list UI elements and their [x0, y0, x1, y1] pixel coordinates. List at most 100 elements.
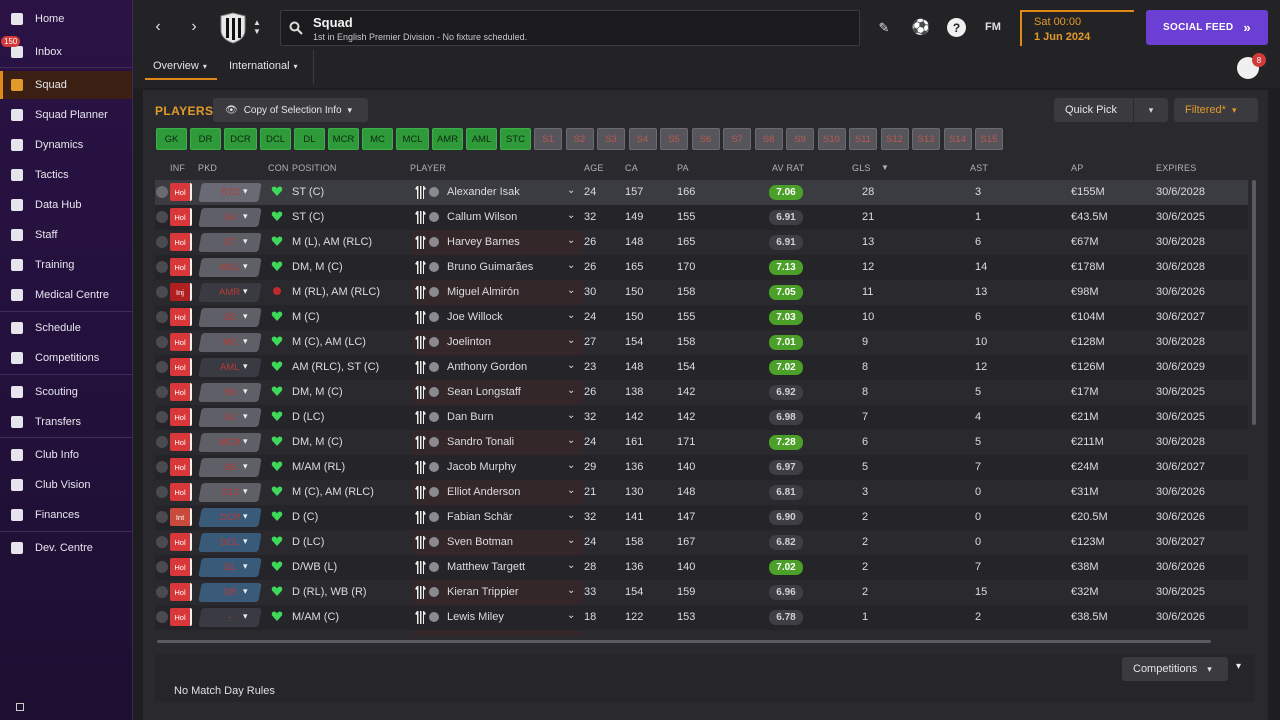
sidebar-item-finances[interactable]: Finances	[0, 501, 132, 529]
sidebar-item-squad[interactable]: Squad	[0, 71, 132, 99]
chevron-down-icon[interactable]: ⌄	[567, 360, 575, 371]
picked-position-selector[interactable]: S6	[198, 458, 262, 477]
player-name-link[interactable]: Callum Wilson	[447, 211, 517, 223]
position-button-s13[interactable]: S13	[912, 128, 940, 150]
position-button-dr[interactable]: DR	[190, 128, 221, 150]
chevron-down-icon[interactable]: ⌄	[567, 210, 575, 221]
table-row[interactable]: Int DCR ▾ D (C) Fabian Schär ⌄ 32 141 147 6.90 2 0 €…	[155, 505, 1248, 530]
sidebar-item-club-info[interactable]: Club Info	[0, 441, 132, 469]
row-select-checkbox[interactable]	[156, 186, 168, 198]
player-name-link[interactable]: Sean Longstaff	[447, 386, 521, 398]
injury-status-badge[interactable]: Hol	[170, 183, 192, 201]
table-row[interactable]: Hol MCL ▾ DM, M (C) Bruno Guimarães ⌄ 26 165 170…	[155, 255, 1248, 280]
social-feed-button[interactable]: SOCIAL FEED »	[1146, 10, 1268, 45]
injury-status-badge[interactable]: Hol	[170, 433, 192, 451]
sidebar-item-schedule[interactable]: Schedule	[0, 314, 132, 342]
chevron-down-icon[interactable]: ⌄	[567, 260, 575, 271]
chevron-down-icon[interactable]: ⌄	[567, 335, 575, 346]
back-button[interactable]: ‹	[148, 16, 168, 38]
sidebar-item-training[interactable]: Training	[0, 251, 132, 279]
row-select-checkbox[interactable]	[156, 236, 168, 248]
row-select-checkbox[interactable]	[156, 311, 168, 323]
ball-icon[interactable]: ⚽	[912, 18, 931, 36]
sidebar-item-competitions[interactable]: Competitions	[0, 344, 132, 372]
row-select-checkbox[interactable]	[156, 211, 168, 223]
player-name-link[interactable]: Matthew Targett	[447, 561, 525, 573]
injury-status-badge[interactable]: Hol	[170, 383, 192, 401]
sidebar-item-medical-centre[interactable]: Medical Centre	[0, 281, 132, 309]
table-row[interactable]: Inj AMR ▾ M (RL), AM (RLC) Miguel Almirón ⌄ 30…	[155, 280, 1248, 305]
position-button-s6[interactable]: S6	[691, 128, 720, 150]
picked-position-selector[interactable]: S8	[198, 383, 262, 402]
table-row[interactable]: Hol STC ▾ ST (C) Alexander Isak ⌄ 24 157 166 7.06…	[155, 180, 1248, 205]
chevron-down-icon[interactable]: ⌄	[567, 410, 575, 421]
position-button-s12[interactable]: S12	[880, 128, 909, 150]
position-button-gk[interactable]: GK	[156, 128, 187, 150]
vertical-scrollbar[interactable]	[1252, 180, 1256, 425]
table-row[interactable]: Hol S2 ▾ D (LC) Dan Burn ⌄ 32 142 142 6.98 7 4 €21M 3…	[155, 405, 1248, 430]
row-select-checkbox[interactable]	[156, 411, 168, 423]
horizontal-scrollbar[interactable]	[157, 640, 1211, 643]
window-icon[interactable]	[16, 703, 24, 711]
sidebar-item-dynamics[interactable]: Dynamics	[0, 131, 132, 159]
competitions-button[interactable]: Competitions ▾	[1122, 657, 1228, 681]
help-icon[interactable]: ?	[947, 18, 966, 37]
quick-pick-dropdown[interactable]: ▾	[1133, 98, 1168, 122]
chevron-down-icon[interactable]: ⌄	[567, 485, 575, 496]
position-button-dcr[interactable]: DCR	[224, 128, 257, 150]
position-button-mcl[interactable]: MCL	[396, 128, 429, 150]
position-button-s10[interactable]: S10	[817, 128, 846, 150]
continue-date-box[interactable]: Sat 00:00 1 Jun 2024	[1020, 10, 1134, 46]
picked-position-selector[interactable]: DCL	[198, 533, 262, 552]
chevron-down-icon[interactable]: ⌄	[567, 610, 575, 621]
player-name-link[interactable]: Alexander Isak	[447, 186, 520, 198]
position-button-s5[interactable]: S5	[660, 128, 688, 150]
player-name-link[interactable]: Anthony Gordon	[447, 361, 527, 373]
table-row[interactable]: Hol S4 ▾ ST (C) Callum Wilson ⌄ 32 149 155 6.91 21…	[155, 205, 1248, 230]
column-header-gls[interactable]: GLS	[852, 163, 871, 173]
chevron-down-icon[interactable]: ⌄	[567, 235, 575, 246]
player-name-link[interactable]: Miguel Almirón	[447, 286, 519, 298]
injury-status-badge[interactable]: Hol	[170, 608, 192, 626]
picked-position-selector[interactable]: S12	[198, 483, 262, 502]
injury-status-badge[interactable]: Inj	[170, 283, 192, 301]
search-box[interactable]: Squad 1st in English Premier Division - …	[280, 10, 860, 46]
selection-view-button[interactable]: 👁 Copy of Selection Info ▾	[213, 98, 368, 122]
row-select-checkbox[interactable]	[156, 386, 168, 398]
forward-button[interactable]: ›	[184, 16, 204, 38]
table-row[interactable]: Hol S8 ▾ DM, M (C) Sean Longstaff ⌄ 26 138 142 6.…	[155, 380, 1248, 405]
row-select-checkbox[interactable]	[156, 536, 168, 548]
chevron-down-icon[interactable]: ⌄	[567, 310, 575, 321]
player-name-link[interactable]: Sven Botman	[447, 536, 513, 548]
player-name-link[interactable]: Elliot Anderson	[447, 486, 520, 498]
player-name-link[interactable]: Sandro Tonali	[447, 436, 514, 448]
row-select-checkbox[interactable]	[156, 261, 168, 273]
sidebar-item-transfers[interactable]: Transfers	[0, 408, 132, 436]
column-header-player[interactable]: PLAYER	[410, 163, 446, 173]
sidebar-item-data-hub[interactable]: Data Hub	[0, 191, 132, 219]
player-name-link[interactable]: Dan Burn	[447, 411, 493, 423]
column-header-expires[interactable]: EXPIRES	[1156, 163, 1196, 173]
player-name-link[interactable]: Kieran Trippier	[447, 586, 519, 598]
column-header-position[interactable]: POSITION	[292, 163, 337, 173]
table-row[interactable]: Hol - ▾ M/AM (C) Lewis Miley ⌄ 18 122 153 6.78 1 2 €…	[155, 605, 1248, 630]
position-button-stc[interactable]: STC	[500, 128, 531, 150]
picked-position-selector[interactable]: S4	[198, 208, 262, 227]
picked-position-selector[interactable]: S2	[198, 408, 262, 427]
chevron-down-icon[interactable]: ⌄	[567, 510, 575, 521]
chevron-down-icon[interactable]: ⌄	[567, 560, 575, 571]
injury-status-badge[interactable]: Hol	[170, 308, 192, 326]
row-select-checkbox[interactable]	[156, 486, 168, 498]
chevron-down-icon[interactable]: ⌄	[567, 460, 575, 471]
position-button-dl[interactable]: DL	[294, 128, 325, 150]
position-button-s9[interactable]: S9	[786, 128, 814, 150]
picked-position-selector[interactable]: S5	[198, 308, 262, 327]
picked-position-selector[interactable]: -	[198, 608, 262, 627]
column-header-ap[interactable]: AP	[1071, 163, 1083, 173]
player-name-link[interactable]: Fabian Schär	[447, 511, 512, 523]
sidebar-item-staff[interactable]: Staff	[0, 221, 132, 249]
position-button-s1[interactable]: S1	[534, 128, 562, 150]
picked-position-selector[interactable]: DR	[198, 583, 262, 602]
sidebar-item-dev-centre[interactable]: Dev. Centre	[0, 534, 132, 562]
table-row[interactable]: Hol DL ▾ D/WB (L) Matthew Targett ⌄ 28 136 140 7.…	[155, 555, 1248, 580]
